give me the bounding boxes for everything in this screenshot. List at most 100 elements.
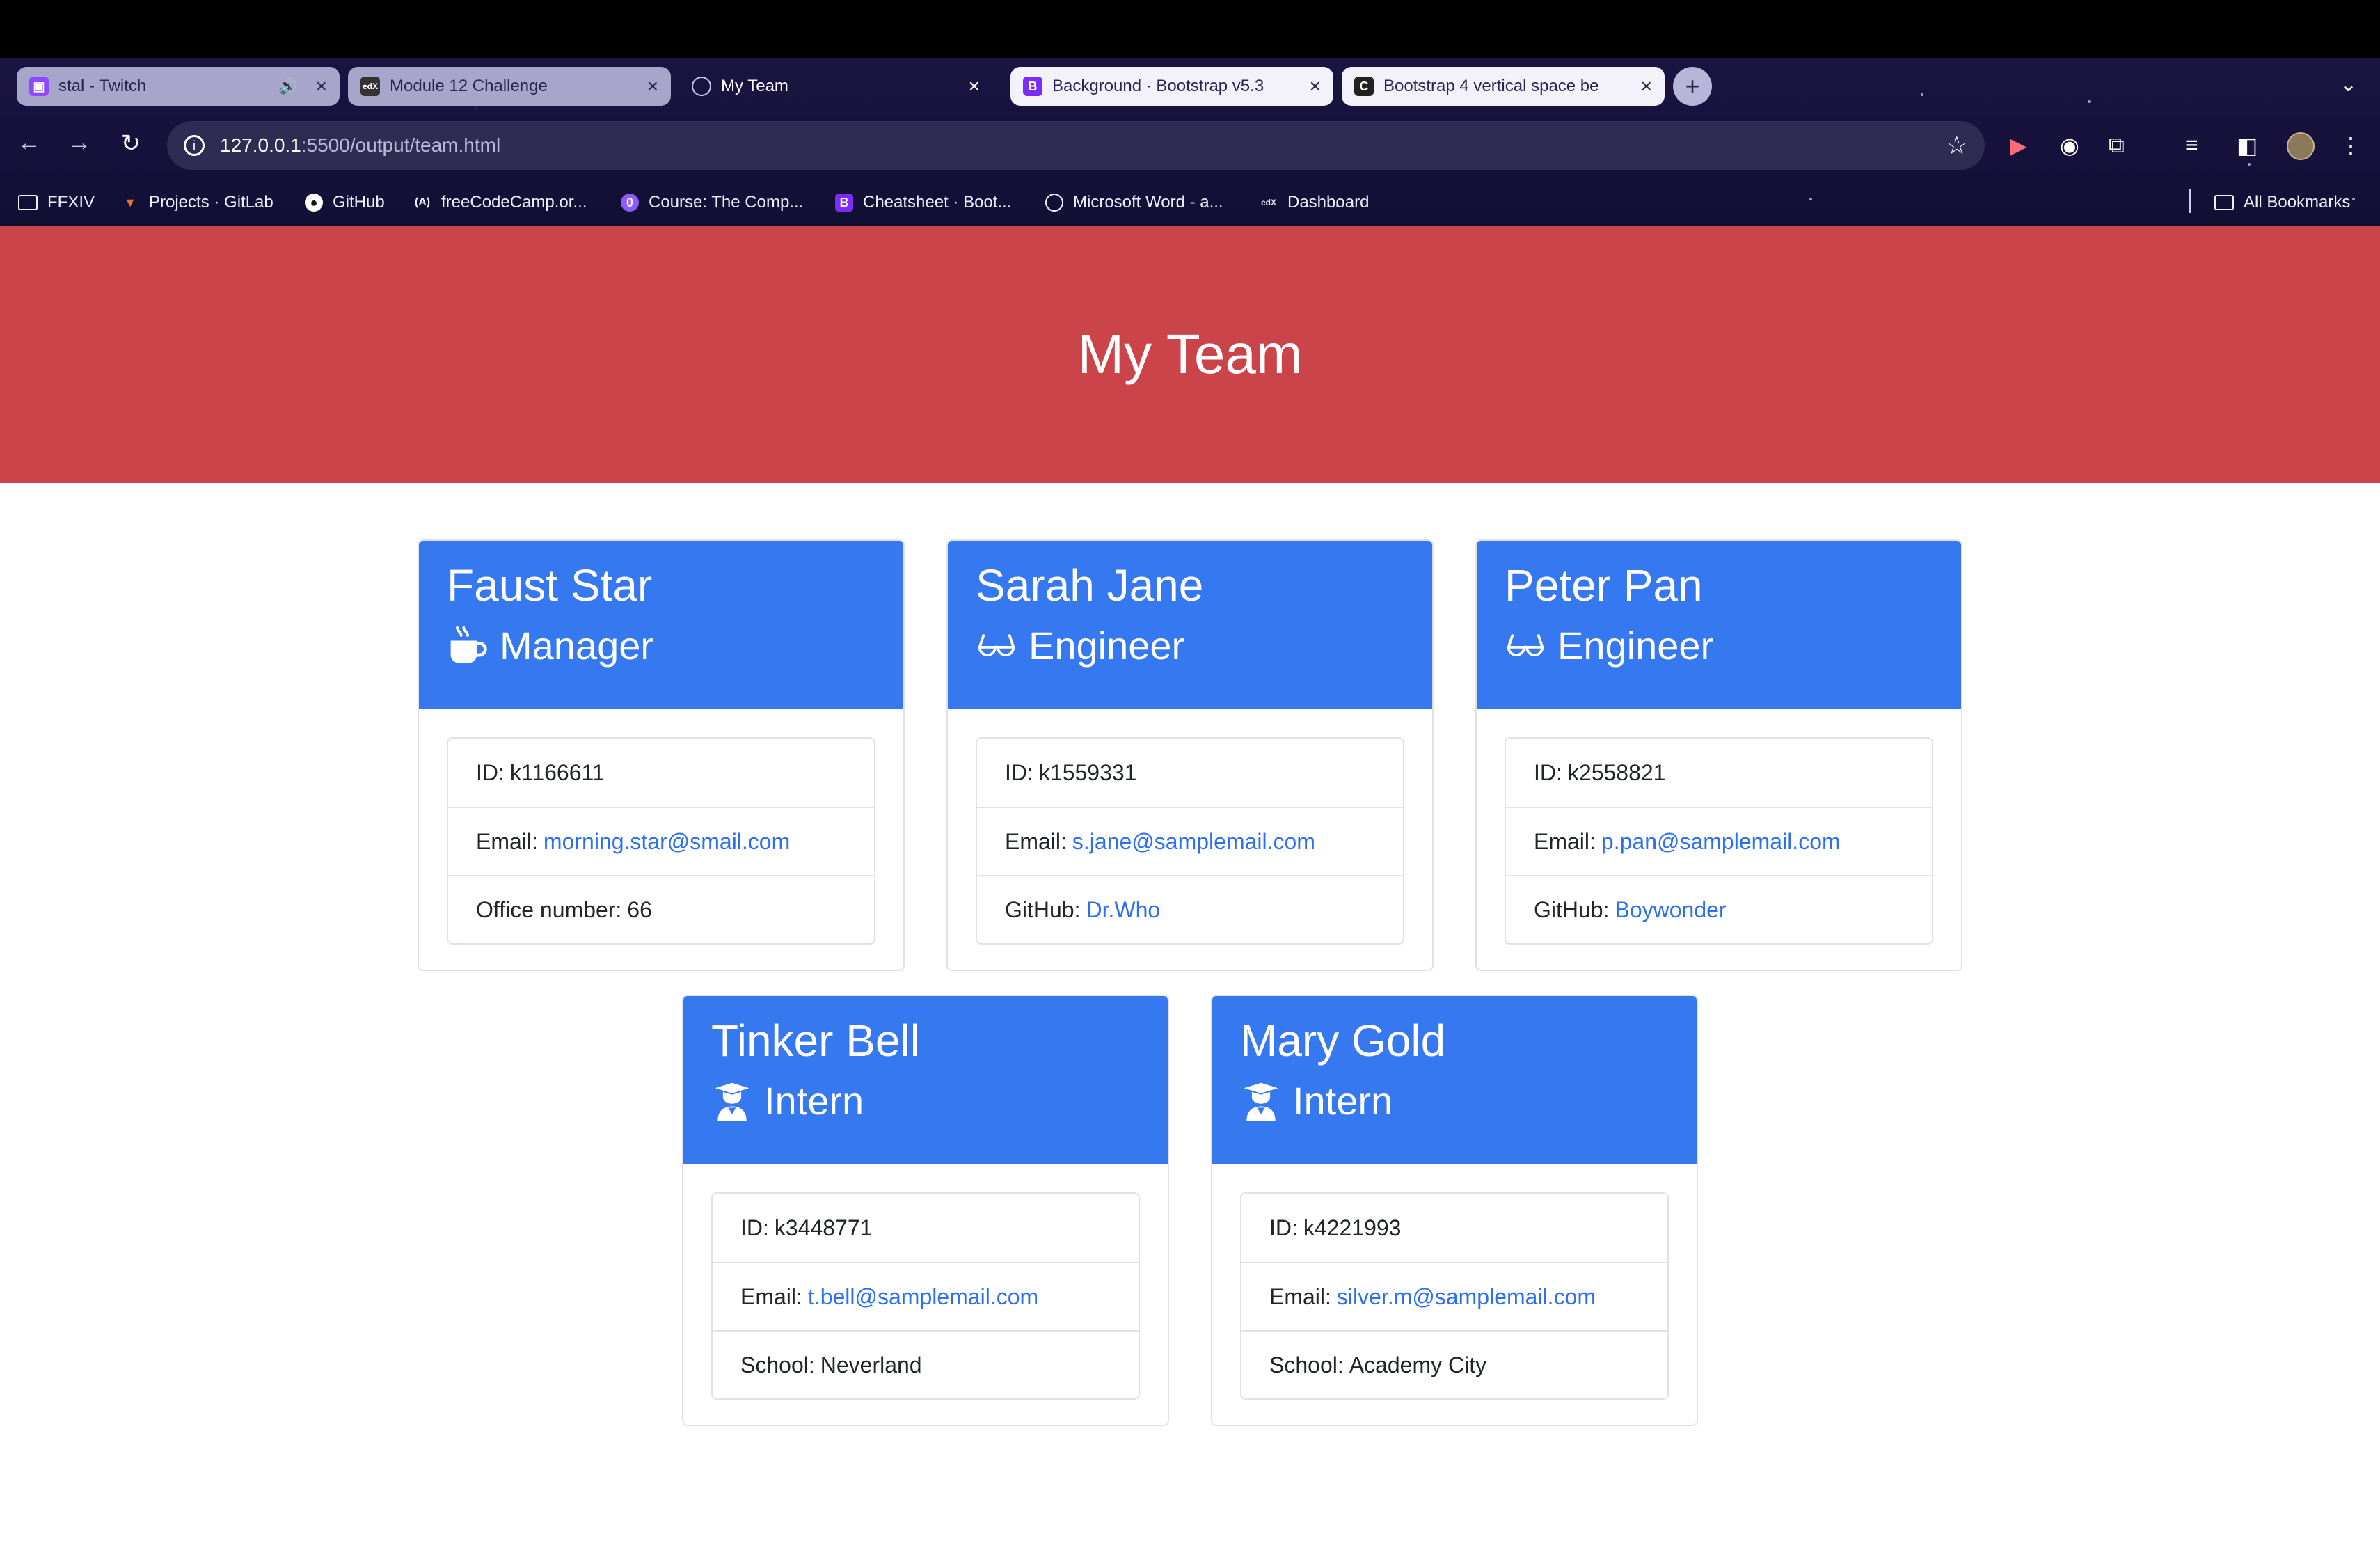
bookmarks-bar: FFXIV ▼ Projects · GitLab ● GitHub (A) f… <box>0 188 2380 217</box>
glasses-icon <box>1505 625 1546 667</box>
extensions-puzzle-icon[interactable]: ⧉ <box>2109 132 2125 159</box>
close-icon[interactable]: × <box>969 75 980 97</box>
close-icon[interactable]: × <box>647 75 658 97</box>
speaker-icon[interactable]: 🔊 <box>278 77 297 95</box>
tab-my-team[interactable]: My Team × <box>679 67 992 106</box>
id-value: k1559331 <box>1038 759 1137 785</box>
bookmark-microsoft-word[interactable]: Microsoft Word - a... <box>1045 188 1223 217</box>
site-info-icon[interactable]: i <box>184 135 205 156</box>
screen-top-bar <box>0 0 2380 58</box>
employee-role: Engineer <box>1505 622 1933 670</box>
back-arrow-icon[interactable]: ← <box>15 129 43 157</box>
globe-icon <box>1045 194 1063 212</box>
employee-email-row: Email: t.bell@samplemail.com <box>713 1262 1139 1330</box>
employee-id-row: ID: k2558821 <box>1506 739 1932 807</box>
bookmark-label: Microsoft Word - a... <box>1073 193 1223 212</box>
side-panel-icon[interactable]: ◧ <box>2237 132 2258 159</box>
role-label: Engineer <box>1029 624 1185 668</box>
employee-extra-row: GitHub: Boywonder <box>1506 875 1932 943</box>
email-link[interactable]: silver.m@samplemail.com <box>1337 1284 1596 1310</box>
id-label: ID: <box>1005 759 1033 785</box>
employee-details: ID: k4221993 Email: silver.m@samplemail.… <box>1240 1192 1669 1400</box>
employee-role: Engineer <box>976 622 1404 670</box>
graduate-icon <box>1240 1080 1282 1122</box>
bookmark-label: All Bookmarks <box>2244 193 2351 212</box>
forward-arrow-icon[interactable]: → <box>65 129 93 157</box>
extra-label: GitHub: <box>1005 897 1081 922</box>
chevron-down-icon[interactable]: ⌄ <box>2340 72 2357 97</box>
bookmark-course[interactable]: 0 Course: The Comp... <box>621 188 803 217</box>
github-link[interactable]: Dr.Who <box>1086 897 1160 923</box>
new-tab-button[interactable]: + <box>1673 67 1712 106</box>
media-queue-icon[interactable]: ≡ <box>2185 132 2198 158</box>
bookmark-label: Projects · GitLab <box>149 193 273 212</box>
employee-details: ID: k3448771 Email: t.bell@samplemail.co… <box>711 1192 1140 1400</box>
kebab-menu-icon[interactable]: ⋮ <box>2340 132 2362 159</box>
email-link[interactable]: s.jane@samplemail.com <box>1072 829 1315 855</box>
employee-email-row: Email: p.pan@samplemail.com <box>1506 807 1932 875</box>
bookmark-label: freeCodeCamp.or... <box>441 193 587 212</box>
mug-icon <box>447 625 489 667</box>
bookmark-dashboard[interactable]: edX Dashboard <box>1260 188 1369 217</box>
tab-module-12[interactable]: edX Module 12 Challenge × <box>348 67 671 106</box>
address-bar[interactable]: i 127.0.0.1:5500/output/team.html ☆ <box>167 121 1985 170</box>
extension-grammarly-icon[interactable]: ◉ <box>2060 132 2079 159</box>
profile-avatar[interactable] <box>2287 132 2315 160</box>
close-icon[interactable]: × <box>316 75 327 97</box>
card-header: Tinker Bell Intern <box>683 996 1168 1164</box>
glasses-icon <box>976 625 1017 667</box>
freecodecamp-icon: (A) <box>414 196 431 208</box>
bookmarks-separator <box>2189 189 2191 213</box>
employee-extra-row: GitHub: Dr.Who <box>977 875 1403 943</box>
extra-value: 66 <box>627 897 652 922</box>
role-label: Intern <box>1293 1079 1393 1123</box>
globe-icon <box>692 77 711 96</box>
employee-card: Mary Gold Intern ID: k4221993 Email: sil… <box>1211 995 1698 1426</box>
bookmark-github[interactable]: ● GitHub <box>305 188 385 217</box>
email-label: Email: <box>1534 828 1596 854</box>
email-label: Email: <box>740 1284 802 1309</box>
id-value: k2558821 <box>1567 759 1666 785</box>
bookmark-label: Dashboard <box>1287 193 1370 212</box>
employee-card: Faust Star Manager ID: k1166611 Email: m… <box>418 539 905 971</box>
email-link[interactable]: morning.star@smail.com <box>544 829 790 855</box>
employee-card: Sarah Jane Engineer ID: k1559331 Email: … <box>946 539 1434 971</box>
reload-icon[interactable]: ↻ <box>117 129 145 157</box>
bootstrap-icon: B <box>835 194 853 212</box>
role-label: Manager <box>500 624 654 668</box>
bookmark-gitlab[interactable]: ▼ Projects · GitLab <box>121 188 273 217</box>
edx-icon: edX <box>360 77 380 96</box>
bookmark-cheatsheet[interactable]: B Cheatsheet · Boot... <box>835 188 1011 217</box>
url-path: :5500/output/team.html <box>301 134 501 156</box>
email-label: Email: <box>476 828 538 854</box>
codegrepper-icon: C <box>1354 77 1374 96</box>
close-icon[interactable]: × <box>1310 75 1321 97</box>
card-header: Mary Gold Intern <box>1212 996 1697 1164</box>
employee-extra-row: School: Academy City <box>1241 1330 1667 1398</box>
github-link[interactable]: Boywonder <box>1615 897 1726 923</box>
employee-extra-row: Office number: 66 <box>448 875 874 943</box>
id-label: ID: <box>476 759 505 785</box>
tab-title: stal - Twitch <box>58 77 147 95</box>
folder-icon <box>2214 195 2234 210</box>
id-value: k1166611 <box>509 759 605 785</box>
tab-bootstrap-background[interactable]: B Background · Bootstrap v5.3 × <box>1010 67 1333 106</box>
employee-role: Intern <box>711 1077 1140 1126</box>
extension-video-icon[interactable]: ▶ <box>2010 132 2027 159</box>
bootstrap-icon: B <box>1023 77 1042 96</box>
bookmark-all-bookmarks[interactable]: All Bookmarks <box>2214 188 2350 217</box>
close-icon[interactable]: × <box>1641 75 1652 97</box>
tab-bootstrap-vertical-space[interactable]: C Bootstrap 4 vertical space be × <box>1342 67 1665 106</box>
email-link[interactable]: p.pan@samplemail.com <box>1601 829 1841 855</box>
employee-name: Mary Gold <box>1240 1016 1446 1066</box>
bookmark-star-icon[interactable]: ☆ <box>1946 131 1968 160</box>
email-label: Email: <box>1269 1284 1331 1309</box>
bookmark-ffxiv[interactable]: FFXIV <box>18 188 95 217</box>
email-link[interactable]: t.bell@samplemail.com <box>808 1284 1038 1310</box>
tab-twitch[interactable]: ▣ stal - Twitch 🔊 × <box>17 67 340 106</box>
employee-role: Intern <box>1240 1077 1669 1126</box>
employee-id-row: ID: k1559331 <box>977 739 1403 807</box>
twitch-icon: ▣ <box>29 77 49 96</box>
bookmark-freecodecamp[interactable]: (A) freeCodeCamp.or... <box>413 188 587 217</box>
id-label: ID: <box>1534 759 1562 785</box>
